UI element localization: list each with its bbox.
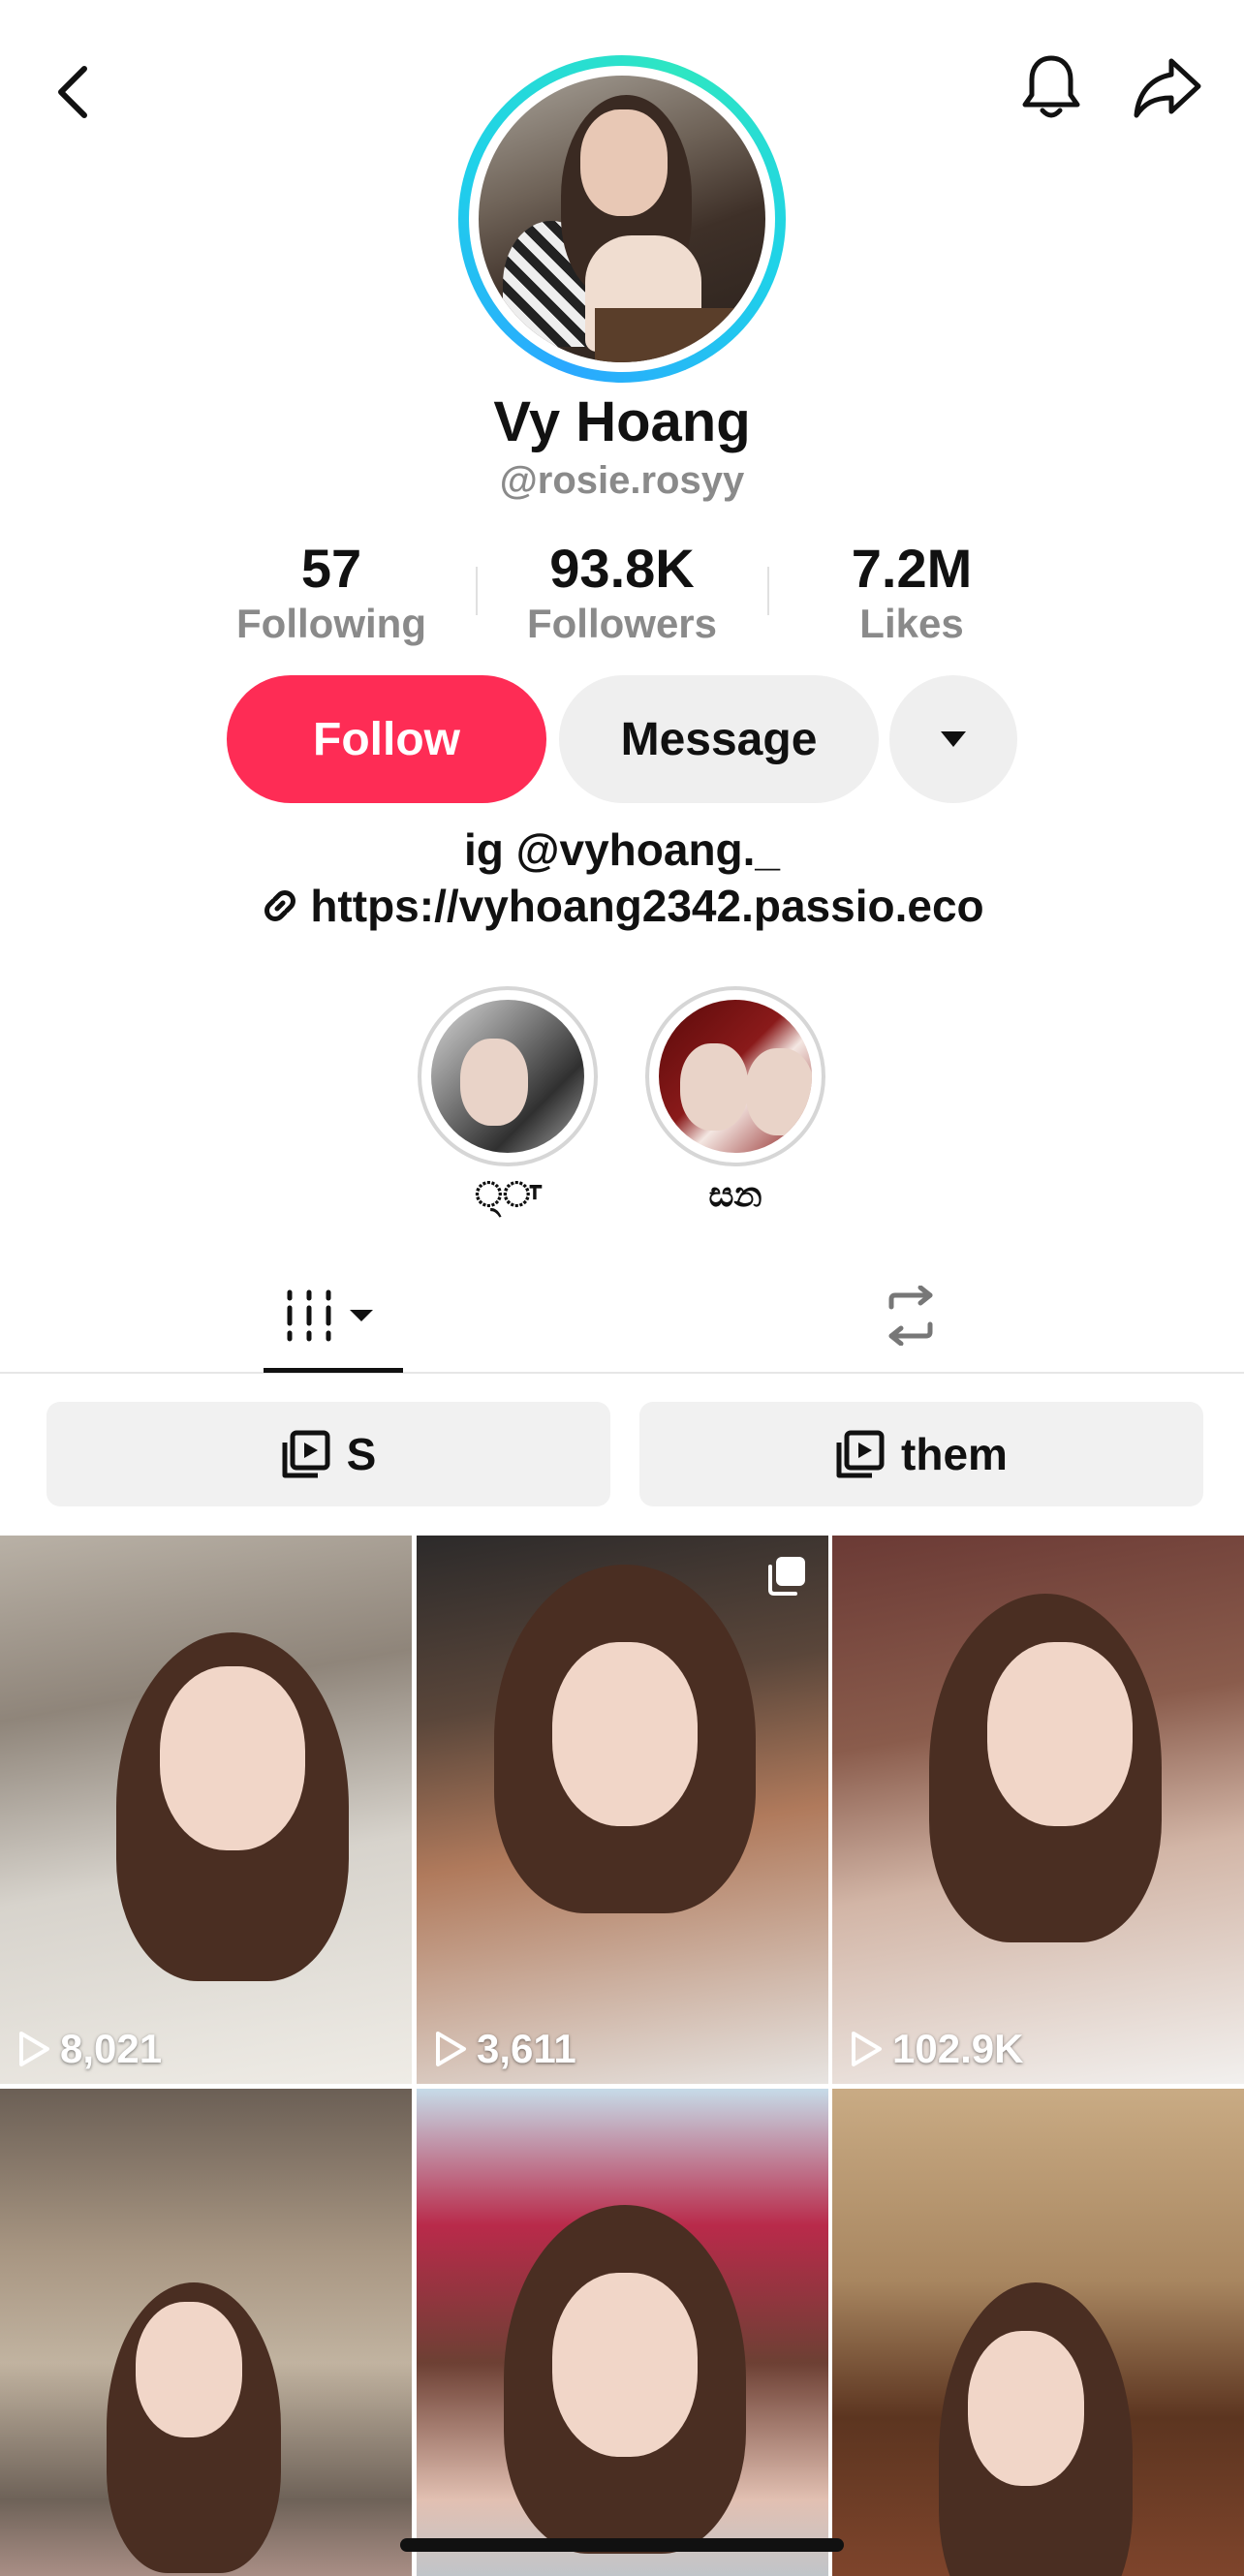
stat-likes[interactable]: 7.2M Likes xyxy=(771,538,1052,648)
dropdown-icon xyxy=(941,731,966,747)
notifications-button[interactable] xyxy=(1008,44,1095,131)
video-thumbnail[interactable]: 3,611 xyxy=(417,1536,828,2084)
video-thumbnail[interactable] xyxy=(417,2089,828,2576)
bell-icon xyxy=(1022,55,1080,118)
photo-face xyxy=(136,2302,242,2437)
photo-face xyxy=(552,2273,698,2457)
stat-following[interactable]: 57 Following xyxy=(191,538,472,648)
view-count-text: 8,021 xyxy=(60,2026,163,2071)
photo-figure xyxy=(746,1048,812,1135)
thumbnail-image xyxy=(417,2089,828,2576)
view-count: 8,021 xyxy=(17,2026,162,2072)
tab-reposts[interactable] xyxy=(853,1259,969,1372)
view-count-text: 102.9K xyxy=(892,2026,1024,2071)
follow-button[interactable]: Follow xyxy=(227,675,546,803)
photo-face xyxy=(987,1642,1133,1826)
stat-label: Following xyxy=(236,601,426,646)
playlist-label: S xyxy=(346,1429,377,1479)
profile-name: Vy Hoang xyxy=(493,390,751,453)
highlight-ring xyxy=(418,986,598,1166)
playlist-icon xyxy=(282,1430,330,1478)
thumbnail-image xyxy=(0,2089,412,2576)
highlight-label: සන xyxy=(708,1174,762,1214)
playlists-row: S them xyxy=(0,1402,1244,1506)
stat-value: 7.2M xyxy=(851,538,973,599)
suggested-accounts-button[interactable] xyxy=(889,675,1017,803)
profile-actions: Follow Message xyxy=(0,675,1244,803)
stat-label: Likes xyxy=(859,601,964,646)
repost-icon xyxy=(888,1286,933,1346)
photo-face xyxy=(160,1666,305,1850)
photo-face xyxy=(968,2331,1084,2486)
play-icon xyxy=(19,2032,49,2066)
view-count: 3,611 xyxy=(434,2026,576,2072)
profile-bio: ig @vyhoang._ xyxy=(463,824,781,875)
tab-videos[interactable] xyxy=(264,1259,403,1372)
link-icon xyxy=(264,890,296,921)
highlight-cover xyxy=(431,1000,584,1153)
content-tabs xyxy=(0,1259,1244,1374)
home-indicator[interactable] xyxy=(400,2538,844,2552)
message-button[interactable]: Message xyxy=(559,675,879,803)
thumbnail-image xyxy=(832,1536,1244,2084)
thumbnail-image xyxy=(0,1536,412,2084)
back-arrow-icon xyxy=(58,66,87,118)
profile-link-text: https://vyhoang2342.passio.eco xyxy=(310,881,984,931)
thumbnail-image xyxy=(832,2089,1244,2576)
photo-face xyxy=(580,109,668,216)
playlist-button[interactable]: them xyxy=(639,1402,1203,1506)
photo-figure xyxy=(680,1043,748,1131)
story-highlights: ੍ਾ සන xyxy=(0,986,1244,1219)
photo-face xyxy=(552,1642,698,1826)
multi-photo-icon xyxy=(768,1557,805,1596)
avatar-inner xyxy=(469,66,775,372)
profile-link[interactable]: https://vyhoang2342.passio.eco xyxy=(0,880,1244,932)
thumbnail-image xyxy=(417,1536,828,2084)
view-count-text: 3,611 xyxy=(477,2026,576,2071)
back-button[interactable] xyxy=(29,48,116,136)
highlight-cover xyxy=(659,1000,812,1153)
play-icon xyxy=(852,2032,882,2066)
video-grid: 8,021 3,611 102.9K xyxy=(0,1536,1244,2576)
share-icon xyxy=(1134,58,1201,118)
avatar[interactable] xyxy=(458,55,786,383)
highlight-ring xyxy=(645,986,825,1166)
videos-grid-icon xyxy=(287,1289,373,1342)
stat-value: 93.8K xyxy=(549,538,695,599)
profile-handle: @rosie.rosyy xyxy=(499,459,745,502)
stat-divider xyxy=(767,567,769,615)
stat-label: Followers xyxy=(526,601,718,646)
highlight-item[interactable]: ੍ਾ xyxy=(418,986,598,1216)
photo-figure xyxy=(460,1039,528,1126)
view-count: 102.9K xyxy=(850,2026,1023,2072)
video-thumbnail[interactable]: 8,021 xyxy=(0,1536,412,2084)
photo-table xyxy=(595,308,765,362)
play-icon xyxy=(436,2032,466,2066)
tab-dropdown-icon xyxy=(350,1310,373,1321)
active-tab-indicator xyxy=(264,1368,403,1373)
stat-divider xyxy=(476,567,478,615)
video-thumbnail[interactable] xyxy=(0,2089,412,2576)
playlist-button[interactable]: S xyxy=(47,1402,610,1506)
playlist-icon xyxy=(836,1430,885,1478)
video-thumbnail[interactable] xyxy=(832,2089,1244,2576)
share-button[interactable] xyxy=(1124,44,1211,131)
stat-followers[interactable]: 93.8K Followers xyxy=(482,538,762,648)
video-thumbnail[interactable]: 102.9K xyxy=(832,1536,1244,2084)
highlight-item[interactable]: සන xyxy=(645,986,825,1216)
highlight-label: ੍ਾ xyxy=(475,1174,541,1214)
stat-value: 57 xyxy=(300,538,362,599)
profile-stats: 57 Following 93.8K Followers 7.2M Likes xyxy=(0,538,1244,646)
playlist-label: them xyxy=(901,1429,1008,1479)
avatar-photo xyxy=(479,76,765,362)
